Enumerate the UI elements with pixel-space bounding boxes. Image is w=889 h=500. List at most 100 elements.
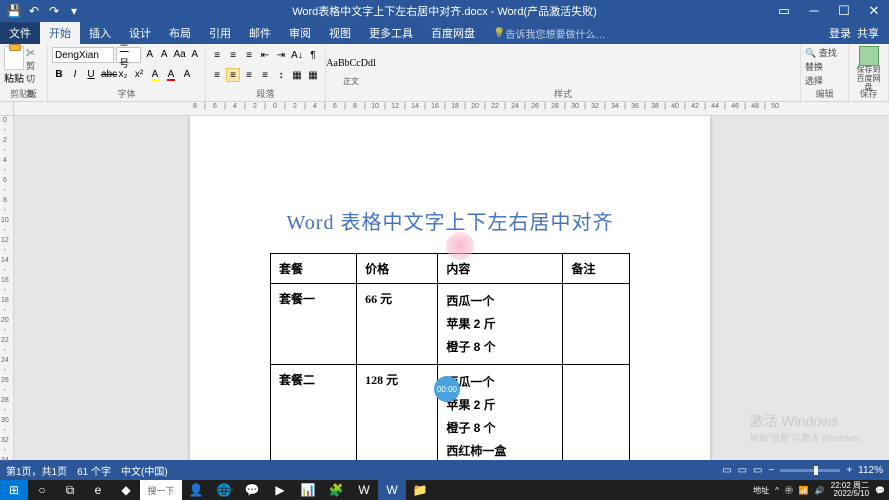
style-normal[interactable]: AaBbCcDdl正文: [330, 48, 372, 89]
status-language[interactable]: 中文(中国): [121, 463, 168, 478]
ime-icon[interactable]: ㊥: [785, 485, 793, 496]
edge-icon[interactable]: e: [84, 480, 112, 500]
tab-baidu[interactable]: 百度网盘: [422, 22, 484, 44]
th-content[interactable]: 内容: [438, 254, 563, 284]
th-plan[interactable]: 套餐: [271, 254, 357, 284]
app-icon-7[interactable]: 🧩: [322, 480, 350, 500]
addr-label[interactable]: 地址: [753, 485, 769, 496]
cut-button[interactable]: ✂ 剪切: [26, 46, 43, 85]
document-canvas[interactable]: Word 表格中文字上下左右居中对齐 套餐 价格 内容 备注 套餐一66 元西瓜…: [14, 116, 889, 460]
replace-button[interactable]: 替换: [805, 60, 844, 73]
grow-font-icon[interactable]: A: [143, 47, 156, 63]
superscript-button[interactable]: x²: [132, 67, 146, 83]
change-case-icon[interactable]: Aa: [172, 47, 186, 63]
volume-icon[interactable]: 🔊: [815, 486, 825, 495]
redo-icon[interactable]: ↷: [46, 3, 62, 19]
view-read-icon[interactable]: ▭: [722, 465, 731, 476]
cell-note[interactable]: [563, 365, 630, 460]
tab-references[interactable]: 引用: [200, 22, 240, 44]
bold-button[interactable]: B: [52, 67, 66, 83]
font-name-select[interactable]: DengXian: [52, 47, 114, 63]
align-center-button[interactable]: ≡: [226, 68, 240, 82]
bullets-button[interactable]: ≡: [210, 48, 224, 62]
ribbon-options-icon[interactable]: ▭: [769, 0, 799, 22]
cell-price[interactable]: 128 元: [357, 365, 438, 460]
italic-button[interactable]: I: [68, 67, 82, 83]
tab-review[interactable]: 审阅: [280, 22, 320, 44]
undo-icon[interactable]: ↶: [26, 3, 42, 19]
app-icon-6[interactable]: 📊: [294, 480, 322, 500]
share-button[interactable]: 共享: [857, 25, 879, 41]
shrink-font-icon[interactable]: A: [158, 47, 171, 63]
minimize-icon[interactable]: ─: [799, 0, 829, 22]
taskview-icon[interactable]: ⧉: [56, 480, 84, 500]
find-button[interactable]: 🔍 查找: [805, 46, 844, 59]
clear-format-icon[interactable]: A: [188, 47, 201, 63]
app-icon-5[interactable]: ▶: [266, 480, 294, 500]
table-row[interactable]: 套餐一66 元西瓜一个苹果 2 斤橙子 8 个: [271, 284, 630, 365]
th-price[interactable]: 价格: [357, 254, 438, 284]
justify-button[interactable]: ≡: [258, 68, 272, 82]
tab-more-tools[interactable]: 更多工具: [360, 22, 422, 44]
app-icon-1[interactable]: ◆: [112, 480, 140, 500]
login-link[interactable]: 登录: [829, 25, 851, 41]
start-button[interactable]: ⊞: [0, 480, 28, 500]
borders-button[interactable]: ▦: [306, 68, 320, 82]
zoom-slider[interactable]: [780, 469, 840, 472]
font-color-button[interactable]: A: [164, 67, 178, 83]
decrease-indent-button[interactable]: ⇤: [258, 48, 272, 62]
line-spacing-button[interactable]: ↕: [274, 68, 288, 82]
tray-overflow-icon[interactable]: ^: [775, 486, 779, 495]
tab-view[interactable]: 视图: [320, 22, 360, 44]
app-icon-2[interactable]: 👤: [182, 480, 210, 500]
zoom-out-button[interactable]: −: [768, 465, 774, 476]
cell-price[interactable]: 66 元: [357, 284, 438, 365]
strikethrough-button[interactable]: abc: [100, 67, 114, 83]
multilevel-button[interactable]: ≡: [242, 48, 256, 62]
font-size-select[interactable]: 二号: [116, 47, 141, 63]
highlight-button[interactable]: A: [148, 67, 162, 83]
zoom-in-button[interactable]: +: [846, 465, 852, 476]
align-right-button[interactable]: ≡: [242, 68, 256, 82]
show-marks-button[interactable]: ¶: [306, 48, 320, 62]
group-save-baidu[interactable]: 保存到百度网盘 保存: [849, 44, 889, 101]
maximize-icon[interactable]: ☐: [829, 0, 859, 22]
clock[interactable]: 22:02 周二 2022/5/10: [831, 482, 869, 498]
close-icon[interactable]: ✕: [859, 0, 889, 22]
qat-more-icon[interactable]: ▾: [66, 3, 82, 19]
cell-content[interactable]: 西瓜一个苹果 2 斤橙子 8 个: [438, 284, 563, 365]
tab-file[interactable]: 文件: [0, 22, 40, 44]
cell-content[interactable]: 西瓜一个苹果 2 斤橙子 8 个西红柿一盒: [438, 365, 563, 460]
zoom-level[interactable]: 112%: [858, 465, 883, 476]
tell-me-search[interactable]: 💡 告诉我您想要做什么…: [484, 22, 614, 44]
subscript-button[interactable]: x₂: [116, 67, 130, 83]
status-wordcount[interactable]: 61 个字: [77, 463, 111, 478]
cortana-icon[interactable]: ○: [28, 480, 56, 500]
tab-layout[interactable]: 布局: [160, 22, 200, 44]
underline-button[interactable]: U: [84, 67, 98, 83]
taskbar-search[interactable]: 搜一下: [140, 480, 182, 500]
shading-button[interactable]: ▦: [290, 68, 304, 82]
document-table[interactable]: 套餐 价格 内容 备注 套餐一66 元西瓜一个苹果 2 斤橙子 8 个套餐二12…: [270, 253, 630, 460]
horizontal-ruler[interactable]: 8|6|4|2|0|2|4|6|8|10|12|14|16|18|20|22|2…: [14, 102, 889, 116]
view-print-icon[interactable]: ▭: [738, 465, 747, 476]
network-icon[interactable]: 📶: [799, 486, 809, 495]
cell-plan[interactable]: 套餐一: [271, 284, 357, 365]
app-icon-4[interactable]: 💬: [238, 480, 266, 500]
app-icon-3[interactable]: 🌐: [210, 480, 238, 500]
th-note[interactable]: 备注: [563, 254, 630, 284]
notifications-icon[interactable]: 💬: [875, 486, 885, 495]
cell-plan[interactable]: 套餐二: [271, 365, 357, 460]
vertical-ruler[interactable]: 0-2-4-6-8-10-12-14-16-18-20-22-24-26-28-…: [0, 116, 14, 460]
cell-note[interactable]: [563, 284, 630, 365]
tab-insert[interactable]: 插入: [80, 22, 120, 44]
word-taskbar-icon[interactable]: W: [378, 480, 406, 500]
save-icon[interactable]: 💾: [6, 3, 22, 19]
table-row[interactable]: 套餐二128 元西瓜一个苹果 2 斤橙子 8 个西红柿一盒: [271, 365, 630, 460]
increase-indent-button[interactable]: ⇥: [274, 48, 288, 62]
explorer-icon[interactable]: 📁: [406, 480, 434, 500]
sort-button[interactable]: A↓: [290, 48, 304, 62]
tab-mailings[interactable]: 邮件: [240, 22, 280, 44]
view-web-icon[interactable]: ▭: [753, 465, 762, 476]
text-effects-button[interactable]: A: [180, 67, 194, 83]
